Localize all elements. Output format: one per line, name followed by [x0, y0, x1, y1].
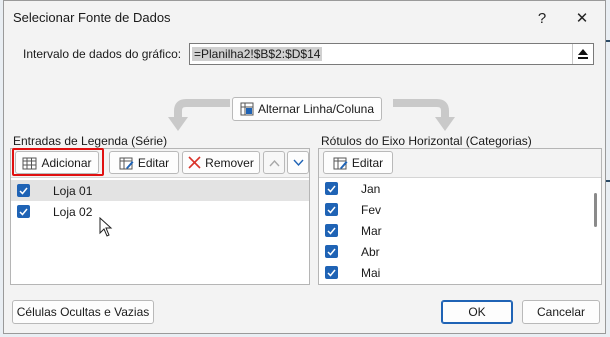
category-checkbox[interactable]: [325, 245, 338, 258]
cancel-label: Cancelar: [536, 305, 586, 319]
move-up-button[interactable]: [263, 151, 285, 174]
series-label: Loja 01: [53, 183, 93, 198]
hidden-empty-cells-label: Células Ocultas e Vazias: [16, 305, 150, 319]
range-input[interactable]: =Planilha2!$B$2:$D$14: [189, 43, 594, 65]
edit-series-label: Editar: [137, 155, 170, 170]
move-down-button[interactable]: [287, 151, 309, 174]
series-label: Loja 02: [53, 204, 93, 219]
category-checkbox[interactable]: [325, 266, 338, 279]
edit-axis-labels-button[interactable]: Editar: [323, 151, 393, 174]
series-checkbox[interactable]: [17, 184, 30, 197]
series-checkbox[interactable]: [17, 205, 30, 218]
legend-list-item[interactable]: Loja 02: [11, 201, 309, 222]
ok-label: OK: [468, 305, 486, 319]
chevron-up-icon: [268, 159, 280, 166]
category-label: Jan: [361, 181, 381, 196]
remove-series-label: Remover: [205, 155, 254, 170]
category-label: Abr: [361, 244, 380, 259]
axis-list-item[interactable]: Abr: [319, 241, 601, 262]
axis-list-item[interactable]: Mar: [319, 220, 601, 241]
category-label: Fev: [361, 202, 382, 217]
category-label: Mar: [361, 223, 382, 238]
checkmark-icon: [327, 248, 336, 256]
range-label: Intervalo de dados do gráfico:: [23, 47, 181, 61]
edit-series-button[interactable]: Editar: [109, 151, 179, 174]
title-bar: Selecionar Fonte de Dados ? ✕: [4, 1, 605, 35]
select-data-source-dialog: Selecionar Fonte de Dados ? ✕ Intervalo …: [3, 0, 606, 334]
checkmark-icon: [327, 269, 336, 277]
range-value: =Planilha2!$B$2:$D$14: [192, 47, 323, 61]
axis-labels-panel: Editar Jan Fev Mar Abr Mai: [318, 148, 602, 285]
checkmark-icon: [327, 227, 336, 235]
switch-row-column-button[interactable]: Alternar Linha/Coluna: [232, 97, 382, 121]
mouse-cursor-icon: [99, 217, 113, 237]
category-checkbox[interactable]: [325, 224, 338, 237]
edit-table-icon: [119, 156, 134, 170]
switch-row-column-icon: [240, 102, 254, 116]
axis-list-item[interactable]: Jan: [319, 178, 601, 199]
category-checkbox[interactable]: [325, 203, 338, 216]
axis-list-item[interactable]: Mai: [319, 262, 601, 283]
checkmark-icon: [327, 206, 336, 214]
axis-section-header: Rótulos do Eixo Horizontal (Categorias): [321, 134, 532, 148]
dialog-title: Selecionar Fonte de Dados: [13, 10, 171, 25]
remove-x-icon: [188, 156, 201, 169]
left-curved-arrow-icon: [168, 99, 230, 131]
switch-row-column-label: Alternar Linha/Coluna: [257, 102, 375, 116]
legend-list-item[interactable]: Loja 01: [11, 180, 309, 201]
checkmark-icon: [327, 185, 336, 193]
category-label: Mai: [361, 265, 381, 280]
close-icon: ✕: [575, 10, 589, 27]
remove-series-button[interactable]: Remover: [182, 151, 260, 174]
ok-button[interactable]: OK: [441, 300, 513, 324]
axis-list-item[interactable]: Fev: [319, 199, 601, 220]
close-button[interactable]: ✕: [562, 5, 602, 31]
legend-section-header: Entradas de Legenda (Série): [13, 134, 168, 148]
collapse-arrow-icon: [578, 49, 588, 59]
hidden-empty-cells-button[interactable]: Células Ocultas e Vazias: [12, 300, 154, 324]
edit-table-icon: [333, 156, 348, 170]
help-button[interactable]: ?: [522, 5, 562, 31]
collapse-dialog-button[interactable]: [572, 44, 593, 64]
right-curved-arrow-icon: [393, 99, 455, 131]
chevron-down-icon: [292, 159, 304, 166]
cancel-button[interactable]: Cancelar: [522, 300, 600, 324]
edit-axis-labels-label: Editar: [351, 155, 384, 170]
axis-toolbar: Editar: [319, 149, 601, 178]
range-label-text: Intervalo de dados do gráfico:: [23, 47, 182, 61]
axis-list-scrollbar[interactable]: [594, 193, 597, 227]
checkmark-icon: [19, 187, 28, 195]
category-checkbox[interactable]: [325, 182, 338, 195]
add-button-highlight: [12, 148, 104, 176]
checkmark-icon: [19, 208, 28, 216]
help-icon: ?: [537, 9, 547, 27]
